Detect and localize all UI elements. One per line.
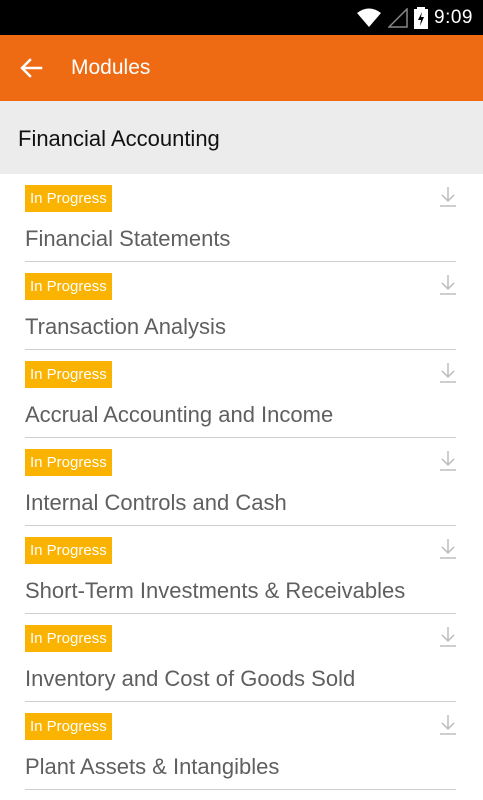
module-item[interactable]: In Progress Transaction Analysis xyxy=(0,262,483,350)
module-item[interactable]: In Progress Inventory and Cost of Goods … xyxy=(0,614,483,702)
module-item[interactable]: In Progress Financial Statements xyxy=(0,174,483,262)
module-title: Internal Controls and Cash xyxy=(25,490,287,515)
module-item[interactable]: In Progress Plant Assets & Intangibles xyxy=(0,702,483,790)
module-item[interactable]: In Progress Short-Term Investments & Rec… xyxy=(0,526,483,614)
status-badge: In Progress xyxy=(25,713,112,740)
module-title: Financial Statements xyxy=(25,226,231,251)
module-item[interactable]: In Progress Accrual Accounting and Incom… xyxy=(0,350,483,438)
module-title: Inventory and Cost of Goods Sold xyxy=(25,666,356,691)
section-header: Financial Accounting xyxy=(0,101,483,174)
wifi-icon xyxy=(357,8,382,27)
module-item[interactable]: In Progress Internal Controls and Cash xyxy=(0,438,483,526)
download-icon[interactable] xyxy=(439,450,457,472)
module-title: Plant Assets & Intangibles xyxy=(25,754,280,779)
signal-icon xyxy=(388,8,408,28)
module-title: Short-Term Investments & Receivables xyxy=(25,578,406,603)
download-icon[interactable] xyxy=(439,274,457,296)
divider xyxy=(25,789,456,790)
status-bar: 9:09 xyxy=(0,0,483,35)
status-badge: In Progress xyxy=(25,449,112,476)
download-icon[interactable] xyxy=(439,186,457,208)
download-icon[interactable] xyxy=(439,626,457,648)
status-badge: In Progress xyxy=(25,185,112,212)
status-time: 9:09 xyxy=(434,7,473,28)
module-list: In Progress Financial Statements In Prog… xyxy=(0,174,483,790)
status-badge: In Progress xyxy=(25,625,112,652)
back-arrow-icon[interactable] xyxy=(18,55,44,81)
module-title: Transaction Analysis xyxy=(25,314,226,339)
module-title: Accrual Accounting and Income xyxy=(25,402,334,427)
section-title: Financial Accounting xyxy=(18,126,220,151)
page-title: Modules xyxy=(71,56,151,79)
download-icon[interactable] xyxy=(439,362,457,384)
status-badge: In Progress xyxy=(25,361,112,388)
battery-charging-icon xyxy=(414,7,429,29)
status-badge: In Progress xyxy=(25,273,112,300)
download-icon[interactable] xyxy=(439,538,457,560)
status-badge: In Progress xyxy=(25,537,112,564)
download-icon[interactable] xyxy=(439,714,457,736)
status-icons: 9:09 xyxy=(356,6,473,30)
app-bar: Modules xyxy=(0,35,483,101)
